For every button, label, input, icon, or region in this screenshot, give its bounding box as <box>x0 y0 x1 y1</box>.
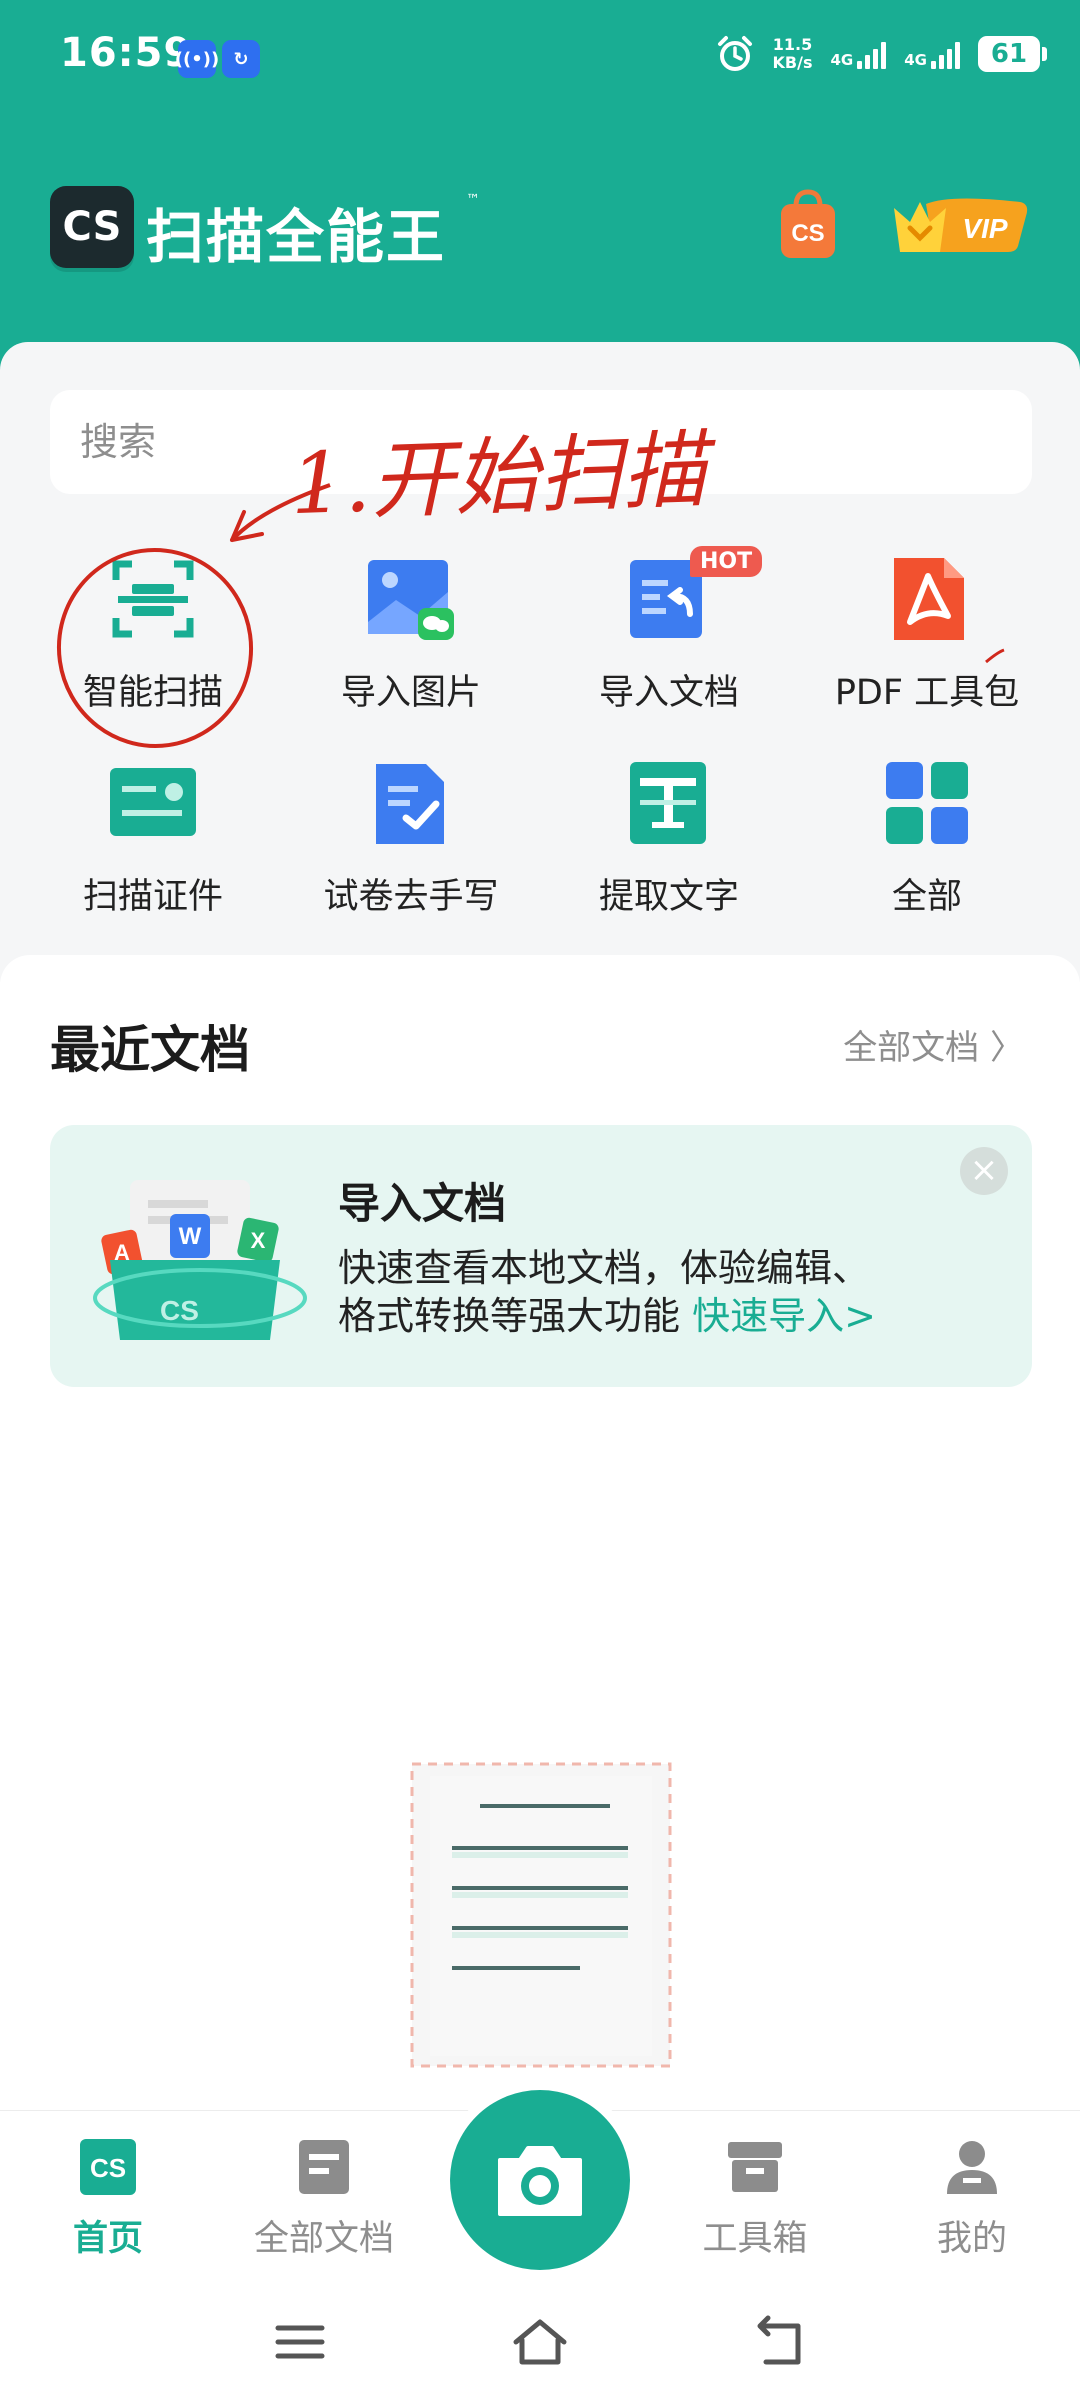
banner-description-text: 格式转换等强大功能 <box>338 1294 681 1338</box>
tool-label: 试卷去手写 <box>323 877 499 917</box>
tool-label: 智能扫描 <box>82 673 223 713</box>
tool-import-image[interactable]: 导入图片 <box>291 556 531 715</box>
nav-label: 工具箱 <box>702 2219 808 2259</box>
nav-all-docs[interactable]: 全部文档 <box>234 2138 414 2261</box>
shop-badge-text: CS <box>791 220 824 247</box>
hotspot-icon: ((•)) <box>175 40 219 78</box>
extract-text-icon <box>626 760 712 846</box>
person-icon <box>943 2138 1001 2196</box>
banner-close-button[interactable]: × <box>960 1147 1008 1195</box>
nav-home[interactable]: CS 首页 <box>18 2138 198 2261</box>
folder-illustration: A W X CS <box>93 1180 307 1340</box>
signal-bars-icon <box>931 39 960 69</box>
sim2-label: 4G <box>904 51 927 69</box>
sim1-signal: 4G <box>831 39 887 69</box>
nav-label: 全部文档 <box>253 2219 394 2259</box>
art-badge-x: X <box>251 1228 266 1253</box>
notification-app-icon: ↻ <box>222 40 260 78</box>
tool-label: 导入文档 <box>598 673 739 713</box>
document-icon <box>295 2138 353 2196</box>
tool-smart-scan[interactable]: 智能扫描 <box>33 556 273 715</box>
pdf-toolkit-icon <box>884 556 970 642</box>
sim1-label: 4G <box>830 51 854 69</box>
network-speed-value: 11.5 <box>772 35 813 54</box>
nav-label: 首页 <box>72 2219 143 2259</box>
banner-title: 导入文档 <box>338 1179 507 1228</box>
status-bar: 16:59 ((•)) ↻ 11.5 KB/s 4G 4G 61 <box>0 0 1080 115</box>
tool-pdf-toolkit[interactable]: PDF 工具包 <box>807 556 1047 715</box>
tool-label: 提取文字 <box>598 877 739 917</box>
all-tools-icon <box>884 760 970 846</box>
app-header: 16:59 ((•)) ↻ 11.5 KB/s 4G 4G 61 CS 扫描全能… <box>0 0 1080 400</box>
hot-badge: HOT <box>690 546 763 577</box>
exam-paper-icon <box>368 760 454 846</box>
network-speed: 11.5 KB/s <box>773 36 813 72</box>
tool-label: 扫描证件 <box>82 877 223 917</box>
banner-description-line1: 快速查看本地文档，体验编辑、 <box>338 1246 871 1290</box>
tool-import-doc[interactable]: 导入文档 <box>549 556 789 715</box>
tool-label: PDF 工具包 <box>834 673 1020 713</box>
trademark: ™ <box>466 192 480 208</box>
nav-label: 我的 <box>936 2219 1007 2259</box>
app-name: 扫描全能王 <box>146 203 447 271</box>
nav-profile[interactable]: 我的 <box>882 2138 1062 2261</box>
quick-import-link[interactable]: 快速导入> <box>692 1294 876 1338</box>
back-icon[interactable] <box>750 2312 810 2372</box>
tool-all[interactable]: 全部 <box>807 760 1047 919</box>
art-badge-cs: CS <box>160 1295 199 1326</box>
status-time: 16:59 <box>60 30 193 76</box>
camera-button[interactable] <box>450 2090 630 2270</box>
art-badge-w: W <box>179 1223 202 1250</box>
tool-id-card[interactable]: 扫描证件 <box>33 760 273 919</box>
toolbox-icon <box>726 2138 784 2196</box>
signal-bars-icon <box>857 39 887 69</box>
id-card-icon <box>110 760 196 846</box>
recent-docs-title: 最近文档 <box>50 1021 250 1079</box>
menu-icon[interactable] <box>270 2312 330 2372</box>
app-logo: CS <box>50 186 134 268</box>
tool-exam-paper[interactable]: 试卷去手写 <box>291 760 531 919</box>
all-docs-link[interactable]: 全部文档 〉 <box>843 1020 1024 1069</box>
tool-extract-text[interactable]: 提取文字 <box>549 760 789 919</box>
tool-label: 导入图片 <box>340 673 481 713</box>
smart-scan-icon <box>110 556 196 642</box>
import-image-icon <box>368 556 454 642</box>
battery-indicator: 61 <box>978 36 1047 72</box>
handwritten-note: 1.开始扫描 <box>288 420 708 534</box>
shopping-bag-icon: CS <box>781 189 835 258</box>
tool-label: 全部 <box>891 877 962 917</box>
nav-toolbox[interactable]: 工具箱 <box>665 2138 845 2261</box>
shop-button[interactable]: CS <box>778 188 838 260</box>
banner-description-line2: 格式转换等强大功能 快速导入> <box>338 1285 876 1340</box>
empty-document-illustration <box>410 1762 672 2068</box>
alarm-icon <box>717 36 752 71</box>
status-right: 11.5 KB/s 4G 4G 61 <box>715 34 1047 74</box>
network-speed-unit: KB/s <box>772 53 813 72</box>
vip-button[interactable]: VIP <box>890 194 1030 258</box>
home-icon-text: CS <box>90 2153 126 2183</box>
vip-crown-icon: VIP <box>894 198 1028 252</box>
home-icon[interactable] <box>510 2312 570 2372</box>
camera-icon <box>498 2146 582 2216</box>
sim2-signal: 4G <box>904 39 960 69</box>
vip-label: VIP <box>962 213 1007 244</box>
home-logo-icon: CS <box>79 2138 137 2196</box>
